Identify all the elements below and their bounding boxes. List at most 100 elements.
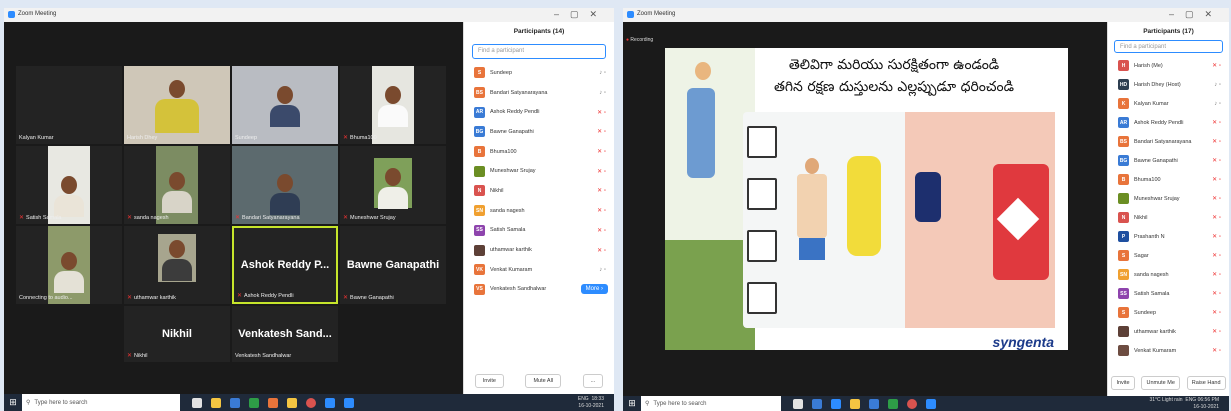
participant-name: Ashok Reddy Pendli [490,109,540,116]
participant-row[interactable]: VK Venkat Kumaram ♪ ▫ [464,260,614,280]
mic-muted-icon: ✕ ▫ [1212,310,1221,316]
window-controls[interactable]: –▢✕ [1169,9,1223,20]
taskbar-search-input[interactable]: ⚲ Type here to search [641,396,781,411]
mic-icon: ♪ ▫ [599,266,606,273]
participant-search-input[interactable]: Find a participant [472,44,606,59]
sticky-notes-icon[interactable] [287,397,297,408]
invite-button[interactable]: Invite [1111,376,1135,390]
participant-row[interactable]: uthamwar karthik ✕ ▫ [464,240,614,260]
excel-icon[interactable] [249,397,259,408]
file-explorer-icon[interactable] [211,397,221,408]
participant-row[interactable]: B Bhuma100 ✕ ▫ [1108,170,1229,189]
video-tile[interactable]: Connecting to audio... [16,226,122,304]
taskbar-search-input[interactable]: ⚲ Type here to search [22,394,180,411]
app-icon[interactable] [888,398,898,409]
participant-row[interactable]: H Harish (Me) ✕ ▫ [1108,56,1229,75]
participant-row[interactable]: uthamwar karthik ✕ ▫ [1108,322,1229,341]
participant-row[interactable]: P Prashanth N ✕ ▫ [1108,227,1229,246]
video-tile-active-speaker[interactable]: Ashok Reddy P... ✕ Ashok Reddy Pendli [232,226,338,304]
participant-row[interactable]: SN sanda nagesh ✕ ▫ [1108,265,1229,284]
participant-video [54,252,84,293]
participant-row[interactable]: BG Bawne Ganapathi ✕ ▫ [1108,151,1229,170]
mute-all-button[interactable]: Mute All [525,374,562,388]
windows-start-icon[interactable]: ⊞ [623,398,641,409]
raise-hand-button[interactable]: Raise Hand [1186,376,1226,390]
video-tile[interactable]: Bawne Ganapathi ✕ Bawne Ganapathi [340,226,446,304]
participant-row[interactable]: Muneshwar Srujay ✕ ▫ [1108,189,1229,208]
mic-muted-icon: ✕ ▫ [597,149,606,156]
mic-icon: ♪ ▫ [1214,81,1221,88]
taskbar-apps[interactable] [793,398,936,409]
chrome-icon[interactable] [907,398,917,409]
invite-button[interactable]: Invite [474,374,504,388]
participant-row[interactable]: AR Ashok Reddy Pendli ✕ ▫ [464,102,614,122]
panel-title: Participants (17) [1143,28,1194,35]
video-tile[interactable]: Sundeep [232,66,338,144]
unmute-me-button[interactable]: Unmute Me [1141,376,1180,390]
window-controls[interactable]: –▢✕ [554,9,608,20]
participant-row[interactable]: Venkat Kumaram ✕ ▫ [1108,341,1229,360]
video-tile[interactable]: ✕ uthamwar karthik [124,226,230,304]
participant-row[interactable]: N Nikhil ✕ ▫ [1108,208,1229,227]
participant-row[interactable]: B Bhuma100 ✕ ▫ [464,142,614,162]
task-view-icon[interactable] [793,398,803,409]
video-tile[interactable]: ✕ Satish Samala [16,146,122,224]
mic-muted-icon: ✕ ▫ [597,109,606,116]
participant-row[interactable]: SS Satish Samala ✕ ▫ [464,221,614,241]
video-tile[interactable]: ✕ Bandari Satyanarayana [232,146,338,224]
participant-row[interactable]: S Sagar ✕ ▫ [1108,246,1229,265]
participant-avatar: SN [474,205,485,217]
video-tile[interactable]: Nikhil ✕ Nikhil [124,306,230,362]
participant-row[interactable]: S Sundeep ♪ ▫ [464,63,614,83]
participant-name: Bhuma100 [490,148,517,155]
more-button[interactable]: More › [580,284,608,295]
app-icon[interactable] [812,398,822,409]
windows-start-icon[interactable]: ⊞ [4,397,22,408]
participant-row[interactable]: SS Satish Samala ✕ ▫ [1108,284,1229,303]
mic-muted-icon: ✕ ▫ [1212,234,1221,240]
zoom-taskbar-icon[interactable] [926,398,936,409]
system-tray[interactable]: ENG 18:33 16-10-2021 [578,396,614,410]
participant-row[interactable]: HD Harish Dhey (Host) ♪ ▫ [1108,75,1229,94]
participant-row[interactable]: S Sundeep ✕ ▫ [1108,303,1229,322]
participants-panel: Participants (17) Find a participant H Ha… [1107,22,1229,396]
participant-row[interactable]: BG Bawne Ganapathi ✕ ▫ [464,122,614,142]
app-icon[interactable] [268,397,278,408]
participant-search-input[interactable]: Find a participant [1114,40,1223,53]
taskbar-apps[interactable] [192,397,354,408]
participant-name: Sagar [1134,252,1149,259]
participant-row[interactable]: K Kalyan Kumar ♪ ▫ [1108,94,1229,113]
participant-row[interactable]: BS Bandari Satyanarayana ✕ ▫ [1108,132,1229,151]
participant-row[interactable]: Muneshwar Srujay ✕ ▫ [464,161,614,181]
mic-muted-icon: ✕ ▫ [1212,253,1221,259]
video-tile[interactable]: Harish Dhey [124,66,230,144]
chrome-icon[interactable] [306,397,316,408]
video-tile[interactable]: ✕ Bhuma100 [340,66,446,144]
store-icon[interactable] [230,397,240,408]
participant-row[interactable]: AR Ashok Reddy Pendli ✕ ▫ [1108,113,1229,132]
participant-row[interactable]: SN sanda nagesh ✕ ▫ [464,201,614,221]
participant-avatar [1118,193,1129,204]
participant-row[interactable]: BS Bandari Satyanarayana ♪ ▫ [464,83,614,103]
tile-display-name: Nikhil [162,328,192,340]
video-tile[interactable]: Kalyan Kumar [16,66,122,144]
participant-name: Bandari Satyanarayana [490,89,548,96]
edge-icon[interactable] [325,397,335,408]
file-explorer-icon[interactable] [850,398,860,409]
participant-row[interactable]: N Nikhil ✕ ▫ [464,181,614,201]
participant-row[interactable]: VS Venkatesh Sandhalwar More › [464,280,614,300]
video-tile[interactable]: ✕ sanda nagesh [124,146,230,224]
zoom-taskbar-icon[interactable] [344,397,354,408]
boots-icon [747,282,777,314]
more-options-button[interactable]: ... [582,374,604,388]
video-tile[interactable]: Venkatesh Sand... Venkatesh Sandhalwar [232,306,338,362]
store-icon[interactable] [869,398,879,409]
system-tray[interactable]: 31°C Light rain ENG 06:56 PM 16-10-2021 [1149,397,1229,411]
tile-name: ✕ Muneshwar Srujay [343,215,396,221]
video-tile[interactable]: ✕ Muneshwar Srujay [340,146,446,224]
task-view-icon[interactable] [192,397,202,408]
mic-muted-icon: ✕ ▫ [1212,348,1221,354]
edge-icon[interactable] [831,398,841,409]
tile-name: Venkatesh Sandhalwar [235,353,292,359]
participant-name: Venkat Kumaram [490,266,533,273]
